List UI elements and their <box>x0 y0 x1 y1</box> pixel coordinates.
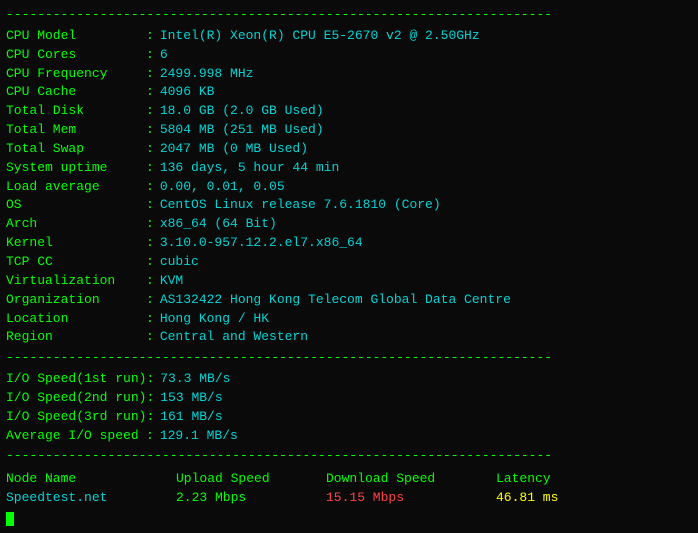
io-avg-row: Average I/O speed : 129.1 MB/s <box>6 427 692 446</box>
io3-row: I/O Speed(3rd run) : 161 MB/s <box>6 408 692 427</box>
cpu-cores-label: CPU Cores <box>6 46 146 65</box>
col-node-header: Node Name <box>6 470 176 489</box>
tcp-row: TCP CC : cubic <box>6 253 692 272</box>
location-row: Location : Hong Kong / HK <box>6 310 692 329</box>
kernel-label: Kernel <box>6 234 146 253</box>
cpu-cache-row: CPU Cache : 4096 KB <box>6 83 692 102</box>
terminal-cursor <box>6 512 14 526</box>
os-row: OS : CentOS Linux release 7.6.1810 (Core… <box>6 196 692 215</box>
uptime-row: System uptime : 136 days, 5 hour 44 min <box>6 159 692 178</box>
tcp-label: TCP CC <box>6 253 146 272</box>
uptime-value: 136 days, 5 hour 44 min <box>160 159 339 178</box>
mid-divider: ----------------------------------------… <box>6 349 692 368</box>
cursor-line <box>6 510 692 529</box>
col-latency-header: Latency <box>496 470 596 489</box>
kernel-row: Kernel : 3.10.0-957.12.2.el7.x86_64 <box>6 234 692 253</box>
load-label: Load average <box>6 178 146 197</box>
io3-value: 161 MB/s <box>160 408 222 427</box>
cpu-model-value: Intel(R) Xeon(R) CPU E5-2670 v2 @ 2.50GH… <box>160 27 480 46</box>
speedtest-download: 15.15 Mbps <box>326 489 496 508</box>
col-upload-header: Upload Speed <box>176 470 326 489</box>
io-avg-value: 129.1 MB/s <box>160 427 238 446</box>
arch-row: Arch : x86_64 (64 Bit) <box>6 215 692 234</box>
load-value: 0.00, 0.01, 0.05 <box>160 178 285 197</box>
region-row: Region : Central and Western <box>6 328 692 347</box>
speedtest-latency: 46.81 ms <box>496 489 596 508</box>
total-swap-row: Total Swap : 2047 MB (0 MB Used) <box>6 140 692 159</box>
speedtest-row-1: Speedtest.net 2.23 Mbps 15.15 Mbps 46.81… <box>6 489 692 508</box>
io-section: I/O Speed(1st run) : 73.3 MB/s I/O Speed… <box>6 370 692 445</box>
cpu-cores-value: 6 <box>160 46 168 65</box>
total-swap-label: Total Swap <box>6 140 146 159</box>
virt-label: Virtualization <box>6 272 146 291</box>
cpu-model-label: CPU Model <box>6 27 146 46</box>
total-disk-value: 18.0 GB (2.0 GB Used) <box>160 102 324 121</box>
total-mem-value: 5804 MB (251 MB Used) <box>160 121 324 140</box>
io3-label: I/O Speed(3rd run) <box>6 408 146 427</box>
location-value: Hong Kong / HK <box>160 310 269 329</box>
cpu-model-row: CPU Model : Intel(R) Xeon(R) CPU E5-2670… <box>6 27 692 46</box>
cpu-freq-value: 2499.998 MHz <box>160 65 254 84</box>
virt-row: Virtualization : KVM <box>6 272 692 291</box>
io2-row: I/O Speed(2nd run) : 153 MB/s <box>6 389 692 408</box>
cpu-cache-value: 4096 KB <box>160 83 215 102</box>
total-mem-row: Total Mem : 5804 MB (251 MB Used) <box>6 121 692 140</box>
load-row: Load average : 0.00, 0.01, 0.05 <box>6 178 692 197</box>
org-label: Organization <box>6 291 146 310</box>
bottom-divider: ----------------------------------------… <box>6 447 692 466</box>
io1-label: I/O Speed(1st run) <box>6 370 146 389</box>
org-row: Organization : AS132422 Hong Kong Teleco… <box>6 291 692 310</box>
speedtest-header: Node Name Upload Speed Download Speed La… <box>6 470 692 489</box>
cpu-cache-label: CPU Cache <box>6 83 146 102</box>
total-mem-label: Total Mem <box>6 121 146 140</box>
total-disk-label: Total Disk <box>6 102 146 121</box>
org-value: AS132422 Hong Kong Telecom Global Data C… <box>160 291 511 310</box>
uptime-label: System uptime <box>6 159 146 178</box>
cpu-freq-label: CPU Frequency <box>6 65 146 84</box>
virt-value: KVM <box>160 272 183 291</box>
kernel-value: 3.10.0-957.12.2.el7.x86_64 <box>160 234 363 253</box>
col-download-header: Download Speed <box>326 470 496 489</box>
cpu-cores-row: CPU Cores : 6 <box>6 46 692 65</box>
speedtest-node: Speedtest.net <box>6 489 176 508</box>
io1-row: I/O Speed(1st run) : 73.3 MB/s <box>6 370 692 389</box>
io2-value: 153 MB/s <box>160 389 222 408</box>
top-divider: ----------------------------------------… <box>6 6 692 25</box>
cpu-freq-row: CPU Frequency : 2499.998 MHz <box>6 65 692 84</box>
io2-label: I/O Speed(2nd run) <box>6 389 146 408</box>
tcp-value: cubic <box>160 253 199 272</box>
speedtest-upload: 2.23 Mbps <box>176 489 326 508</box>
io-avg-label: Average I/O speed <box>6 427 146 446</box>
total-disk-row: Total Disk : 18.0 GB (2.0 GB Used) <box>6 102 692 121</box>
arch-label: Arch <box>6 215 146 234</box>
os-value: CentOS Linux release 7.6.1810 (Core) <box>160 196 441 215</box>
location-label: Location <box>6 310 146 329</box>
os-label: OS <box>6 196 146 215</box>
region-value: Central and Western <box>160 328 308 347</box>
arch-value: x86_64 (64 Bit) <box>160 215 277 234</box>
region-label: Region <box>6 328 146 347</box>
total-swap-value: 2047 MB (0 MB Used) <box>160 140 308 159</box>
io1-value: 73.3 MB/s <box>160 370 230 389</box>
